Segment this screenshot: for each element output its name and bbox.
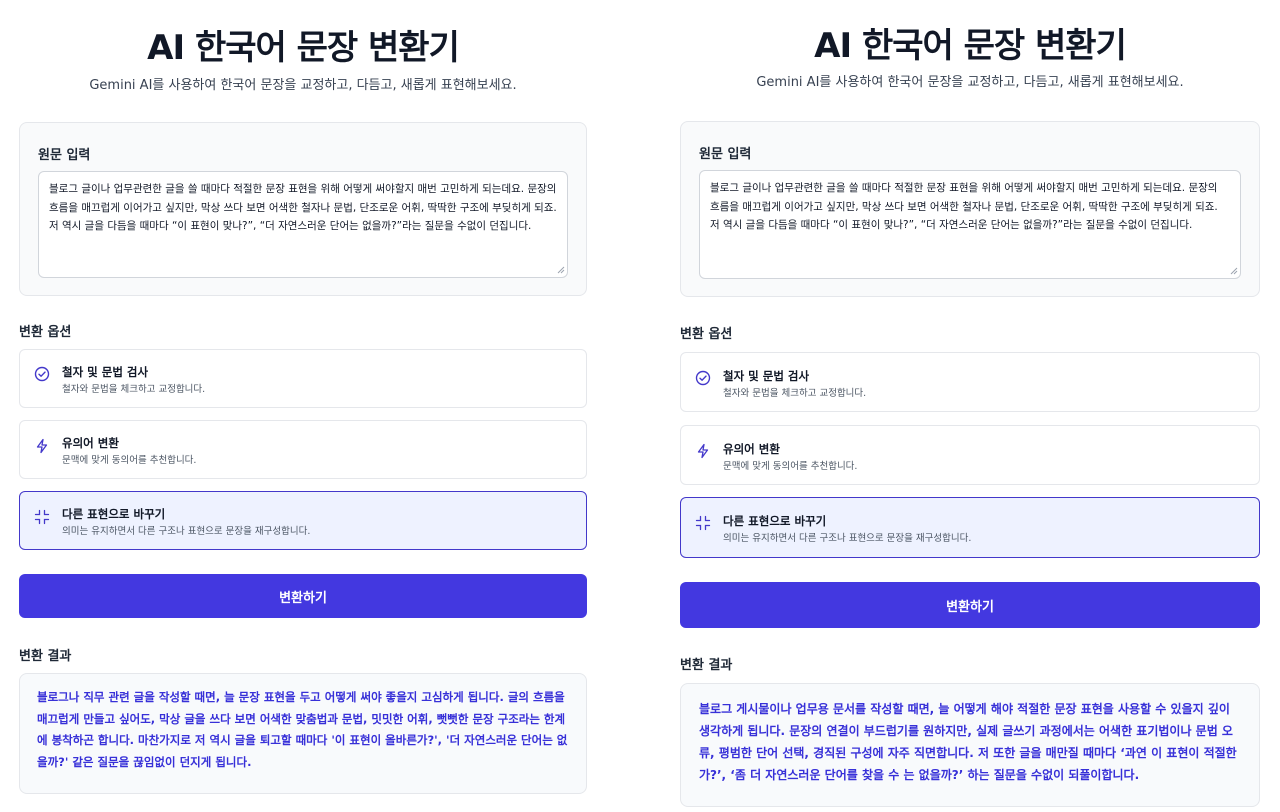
options-label: 변환 옵션 <box>19 325 72 340</box>
check-circle-icon <box>34 366 50 382</box>
page-title: AI 한국어 문장 변환기 <box>147 28 460 68</box>
option-title: 다른 표현으로 바꾸기 <box>723 514 827 528</box>
input-card: 원문 입력 블로그 글이나 업무관련한 글을 쓸 때마다 적절한 문장 표현을 … <box>19 122 587 296</box>
resize-grip-icon[interactable] <box>557 266 565 274</box>
input-label: 원문 입력 <box>699 147 752 162</box>
result-text: 블로그나 직무 관련 글을 작성할 때면, 늘 문장 표현을 두고 어떻게 써야… <box>19 673 587 794</box>
input-label: 원문 입력 <box>38 148 91 163</box>
result-label: 변환 결과 <box>680 658 733 673</box>
convert-button[interactable]: 변환하기 <box>19 574 587 618</box>
option-title: 유의어 변환 <box>723 442 780 456</box>
result-label: 변환 결과 <box>19 649 72 664</box>
lightning-icon <box>36 438 48 454</box>
minimize-arrows-icon <box>695 515 711 531</box>
source-textarea[interactable]: 블로그 글이나 업무관련한 글을 쓸 때마다 적절한 문장 표현을 위해 어떻게… <box>699 170 1241 279</box>
result-text: 블로그 게시물이나 업무용 문서를 작성할 때면, 늘 어떻게 해야 적절한 문… <box>680 683 1260 807</box>
option-description: 의미는 유지하면서 다른 구조나 표현으로 문장을 재구성합니다. <box>62 526 311 537</box>
page-subtitle: Gemini AI를 사용하여 한국어 문장을 교정하고, 다듬고, 새롭게 표… <box>89 78 517 93</box>
minimize-arrows-icon <box>34 509 50 525</box>
page-subtitle: Gemini AI를 사용하여 한국어 문장을 교정하고, 다듬고, 새롭게 표… <box>756 75 1184 90</box>
option-title: 다른 표현으로 바꾸기 <box>62 507 166 521</box>
option-paraphrase[interactable]: 다른 표현으로 바꾸기 의미는 유지하면서 다른 구조나 표현으로 문장을 재구… <box>680 497 1260 558</box>
option-synonym[interactable]: 유의어 변환 문맥에 맞게 동의어를 추천합니다. <box>680 425 1260 485</box>
option-title: 유의어 변환 <box>62 436 119 450</box>
option-description: 문맥에 맞게 동의어를 추천합니다. <box>62 455 197 466</box>
option-synonym[interactable]: 유의어 변환 문맥에 맞게 동의어를 추천합니다. <box>19 420 587 479</box>
option-description: 철자와 문법을 체크하고 교정합니다. <box>723 388 867 399</box>
options-label: 변환 옵션 <box>680 327 733 342</box>
option-paraphrase[interactable]: 다른 표현으로 바꾸기 의미는 유지하면서 다른 구조나 표현으로 문장을 재구… <box>19 491 587 550</box>
source-textarea[interactable]: 블로그 글이나 업무관련한 글을 쓸 때마다 적절한 문장 표현을 위해 어떻게… <box>38 171 568 278</box>
lightning-icon <box>697 443 709 459</box>
option-description: 의미는 유지하면서 다른 구조나 표현으로 문장을 재구성합니다. <box>723 533 972 544</box>
input-card: 원문 입력 블로그 글이나 업무관련한 글을 쓸 때마다 적절한 문장 표현을 … <box>680 121 1260 297</box>
page-title: AI 한국어 문장 변환기 <box>814 26 1127 66</box>
option-description: 문맥에 맞게 동의어를 추천합니다. <box>723 461 858 472</box>
option-spell-check[interactable]: 철자 및 문법 검사 철자와 문법을 체크하고 교정합니다. <box>680 352 1260 412</box>
option-title: 철자 및 문법 검사 <box>62 365 149 379</box>
option-spell-check[interactable]: 철자 및 문법 검사 철자와 문법을 체크하고 교정합니다. <box>19 349 587 408</box>
check-circle-icon <box>695 370 711 386</box>
convert-button[interactable]: 변환하기 <box>680 582 1260 628</box>
option-title: 철자 및 문법 검사 <box>723 369 810 383</box>
option-description: 철자와 문법을 체크하고 교정합니다. <box>62 384 206 395</box>
resize-grip-icon[interactable] <box>1230 267 1238 275</box>
